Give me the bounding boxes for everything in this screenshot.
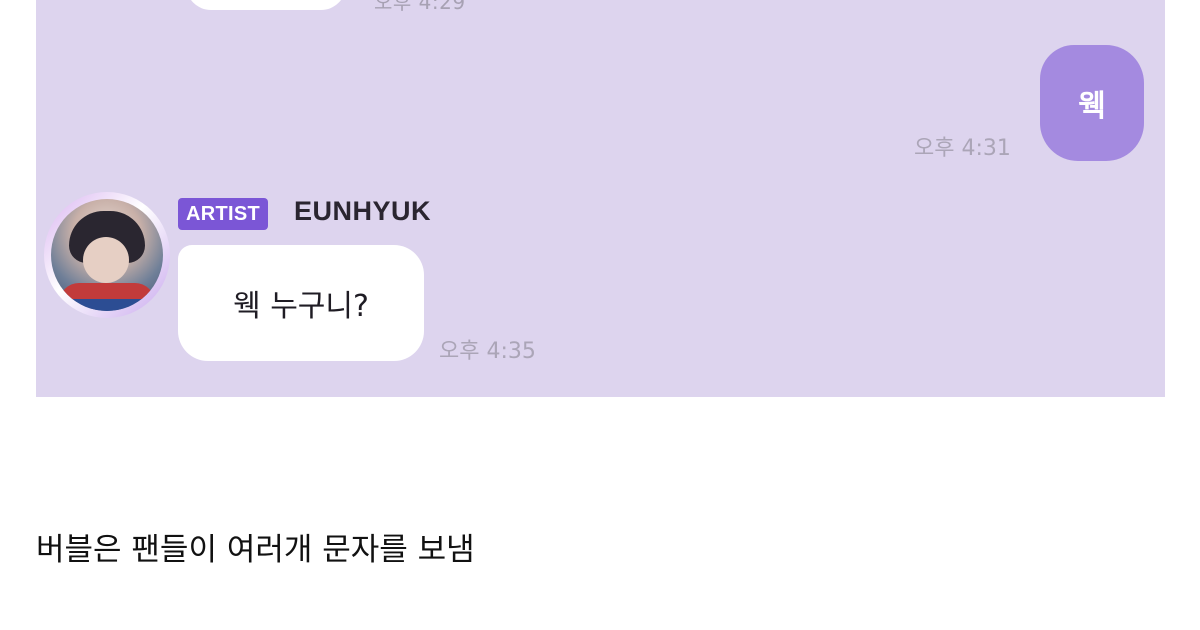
message-time: 오후 4:35 <box>439 339 536 364</box>
sent-message-text: 웩 <box>1078 89 1106 124</box>
message-time: 오후 4:29 <box>374 0 466 14</box>
received-message-text: 웩 누구니? <box>233 289 369 324</box>
message-time: 오후 4:31 <box>914 136 1011 161</box>
chat-panel: 오후 4:29 웩 오후 4:31 ARTIST EUNHYUK 웩 누구니? … <box>36 0 1165 397</box>
avatar-photo <box>51 199 163 311</box>
caption-text: 버블은 팬들이 여러개 문자를 보냄 <box>36 532 475 568</box>
artist-badge: ARTIST <box>178 198 269 230</box>
artist-avatar[interactable] <box>44 192 170 318</box>
message-bubble-partial <box>186 0 346 10</box>
artist-name: EUNHYUK <box>294 196 432 226</box>
sent-message-bubble[interactable]: 웩 <box>1040 45 1144 161</box>
received-message-bubble[interactable]: 웩 누구니? <box>178 245 424 361</box>
